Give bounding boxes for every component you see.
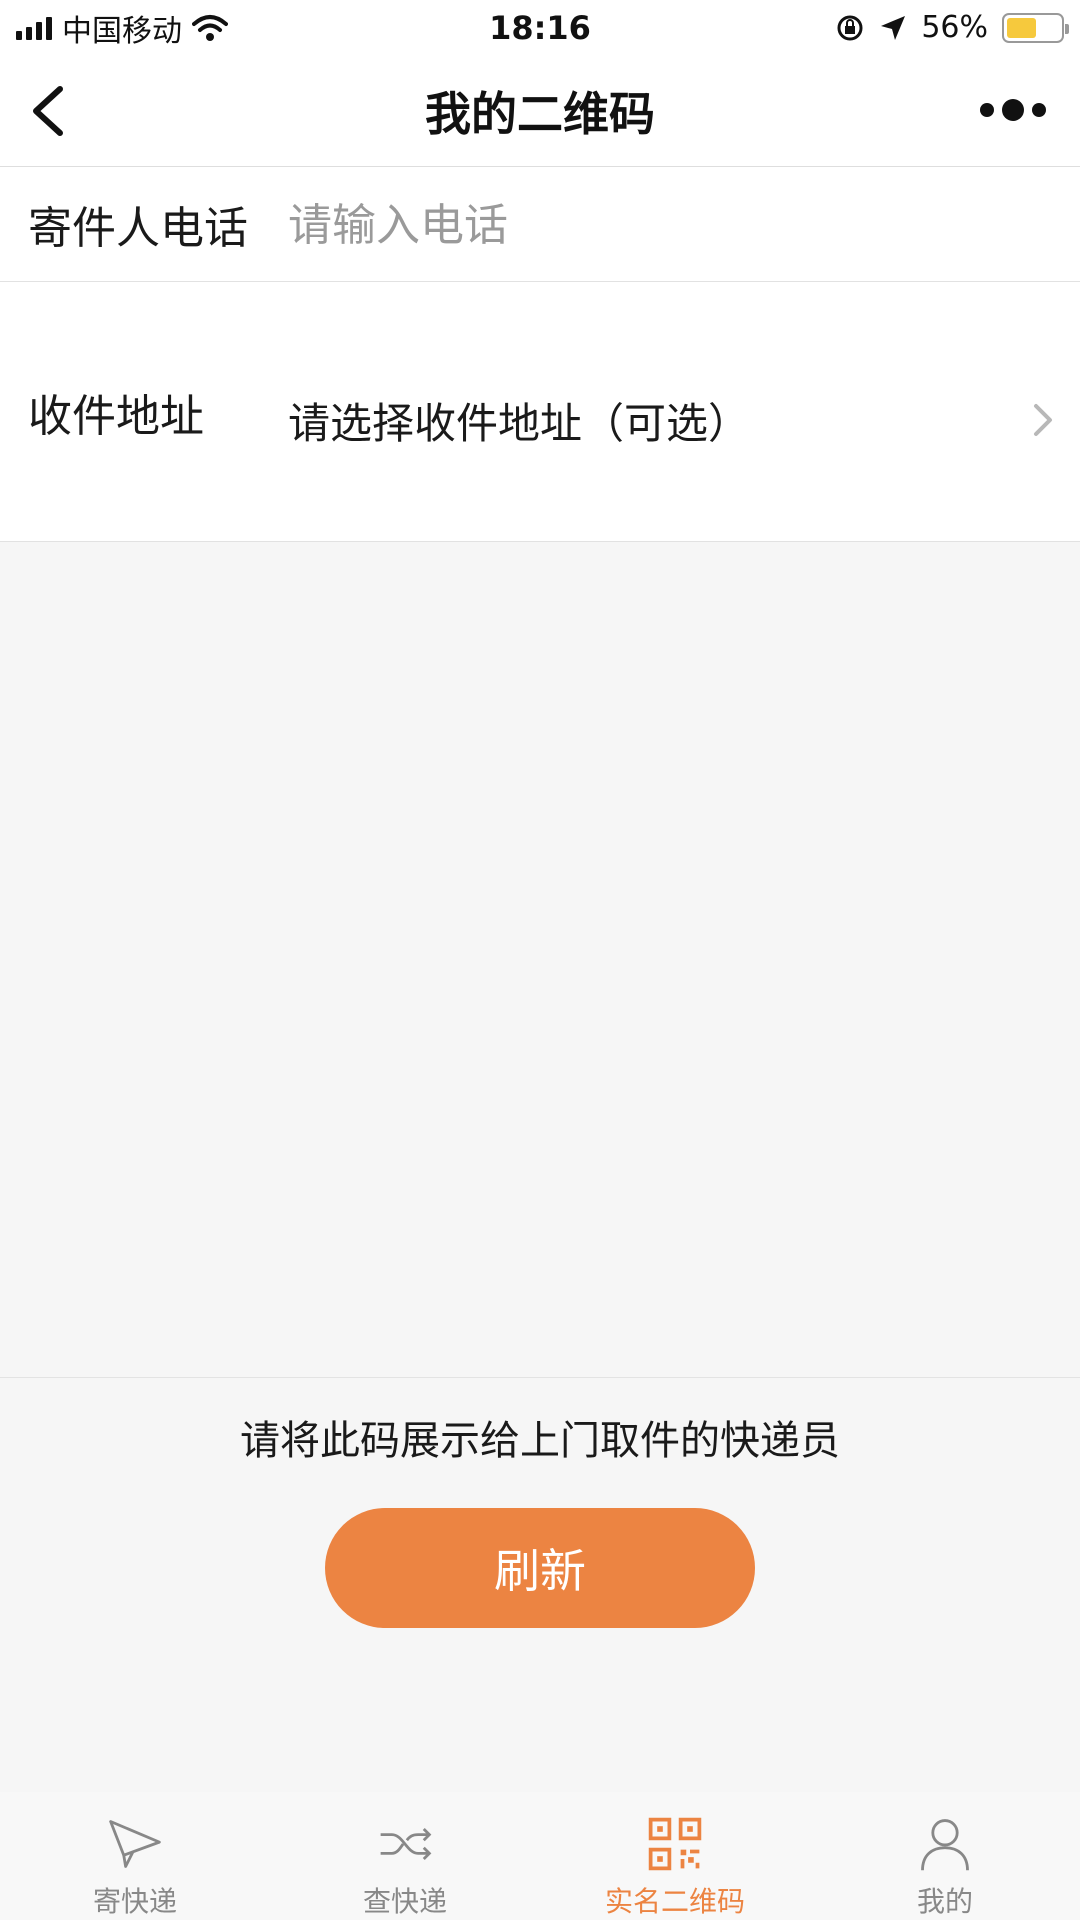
back-arrow-icon[interactable] [24, 81, 84, 141]
tab-label: 查快递 [362, 1885, 447, 1918]
status-right: 56% [835, 10, 1069, 45]
qrcode-icon [648, 1817, 702, 1871]
location-icon [881, 15, 906, 40]
recipient-address-label: 收件地址 [28, 391, 204, 442]
battery-icon [1002, 12, 1069, 43]
tab-label: 寄快递 [92, 1885, 177, 1918]
nav-bar: 我的二维码 [0, 55, 1080, 167]
tab-send-express[interactable]: 寄快递 [0, 1792, 270, 1920]
tab-track-express[interactable]: 查快递 [270, 1792, 540, 1920]
page-title: 我的二维码 [425, 86, 655, 141]
tab-mine[interactable]: 我的 [810, 1792, 1080, 1920]
signal-icon [16, 16, 52, 40]
wifi-icon [192, 14, 228, 41]
battery-percent: 56% [921, 10, 988, 45]
user-icon [921, 1819, 969, 1871]
tab-label: 实名二维码 [604, 1885, 745, 1918]
sender-phone-label: 寄件人电话 [28, 203, 248, 254]
status-left: 中国移动 [16, 6, 376, 50]
more-options-icon[interactable] [980, 95, 1050, 125]
app-root: 中国移动 18:16 56% 我的二维码 寄件人电话 请输入电话 收件地址 请选… [0, 0, 1080, 1920]
refresh-button[interactable]: 刷新 [325, 1508, 755, 1628]
paper-plane-icon [109, 1820, 161, 1868]
rotation-lock-icon [837, 15, 863, 40]
divider [0, 1377, 1080, 1378]
sender-phone-input[interactable] [288, 195, 988, 255]
status-bar: 中国移动 18:16 56% [0, 0, 1080, 55]
carrier-name: 中国移动 [62, 13, 182, 49]
battery-fill [1007, 17, 1037, 38]
sender-phone-row: 寄件人电话 [0, 167, 1080, 282]
recipient-address-row[interactable]: 收件地址 请选择收件地址（可选） [0, 282, 1080, 542]
tab-bar: 寄快递 查快递 实名二维码 我的 [0, 1792, 1080, 1920]
shuffle-icon [380, 1828, 432, 1860]
chevron-right-icon [1034, 404, 1052, 436]
hint-text: 请将此码展示给上门取件的快递员 [240, 1418, 840, 1464]
tab-realname-qrcode[interactable]: 实名二维码 [540, 1792, 810, 1920]
recipient-address-value[interactable]: 请选择收件地址（可选） [288, 390, 750, 451]
tab-label: 我的 [916, 1885, 973, 1918]
